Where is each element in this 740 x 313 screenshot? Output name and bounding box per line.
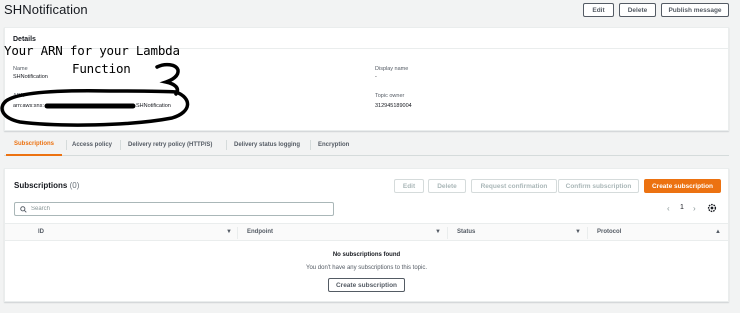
sort-down-icon[interactable]: ▼ [435, 229, 441, 235]
column-divider [237, 227, 238, 239]
tab-subscriptions[interactable]: Subscriptions [6, 134, 63, 156]
annotation-line-1: Your ARN for your Lambda [4, 43, 180, 58]
search-icon [20, 206, 27, 213]
column-divider [587, 227, 588, 239]
page-title: SHNotification [4, 2, 88, 17]
sort-up-icon[interactable]: ▲ [715, 229, 721, 235]
edit-topic-button[interactable]: Edit [583, 3, 614, 17]
empty-create-subscription-button[interactable]: Create subscription [328, 278, 405, 292]
topic-tabs: Subscriptions Access policy Delivery ret… [4, 134, 729, 156]
confirm-subscription-button[interactable]: Confirm subscription [558, 179, 639, 193]
empty-state-title: No subscriptions found [332, 252, 401, 258]
gear-icon[interactable] [707, 203, 717, 213]
sort-down-icon[interactable]: ▼ [226, 229, 232, 235]
sort-down-icon[interactable]: ▼ [575, 229, 581, 235]
topic-owner-value: 312945189004 [375, 103, 412, 109]
empty-state-description: You don't have any subscriptions to this… [306, 265, 427, 271]
delete-subscription-button[interactable]: Delete [428, 179, 466, 193]
display-name-label: Display name [375, 66, 409, 72]
display-name-value: - [375, 74, 377, 80]
delete-topic-button[interactable]: Delete [619, 3, 656, 17]
subscriptions-title: Subscriptions (0) [14, 181, 79, 190]
annotation-line-2: Function [72, 61, 131, 76]
search-input[interactable] [31, 204, 329, 214]
chevron-left-icon[interactable]: ‹ [667, 204, 670, 213]
chevron-right-icon[interactable]: › [693, 204, 696, 213]
create-subscription-button[interactable]: Create subscription [644, 179, 721, 193]
publish-message-button[interactable]: Publish message [661, 3, 729, 17]
name-label: Name [13, 66, 28, 72]
tab-encryption[interactable]: Encryption [310, 134, 357, 156]
details-title: Details [13, 36, 36, 43]
search-box [14, 202, 334, 216]
arn-label: ARN [13, 93, 25, 99]
arn-value-suffix: SHNotification [136, 103, 171, 109]
subscriptions-count: (0) [69, 181, 80, 190]
topic-owner-label: Topic owner [375, 93, 405, 99]
tab-delivery-retry-policy[interactable]: Delivery retry policy (HTTP/S) [120, 134, 220, 156]
tab-delivery-status-logging[interactable]: Delivery status logging [226, 134, 308, 156]
subscriptions-panel: Subscriptions (0) Edit Delete Request co… [4, 168, 729, 302]
column-header-endpoint[interactable]: Endpoint [247, 229, 273, 235]
subscriptions-title-text: Subscriptions [14, 181, 68, 190]
table-header: ID ▼ Endpoint ▼ Status ▼ Protocol ▲ [5, 223, 728, 241]
page-number[interactable]: 1 [680, 204, 684, 211]
name-value: SHNotification [13, 74, 48, 80]
column-divider [447, 227, 448, 239]
arn-value-prefix: arn:aws:sns: [13, 103, 44, 109]
column-header-protocol[interactable]: Protocol [597, 229, 621, 235]
tab-access-policy[interactable]: Access policy [64, 134, 120, 156]
column-header-status[interactable]: Status [457, 229, 475, 235]
column-header-id[interactable]: ID [38, 229, 44, 235]
edit-subscription-button[interactable]: Edit [394, 179, 424, 193]
request-confirmation-button[interactable]: Request confirmation [471, 179, 557, 193]
